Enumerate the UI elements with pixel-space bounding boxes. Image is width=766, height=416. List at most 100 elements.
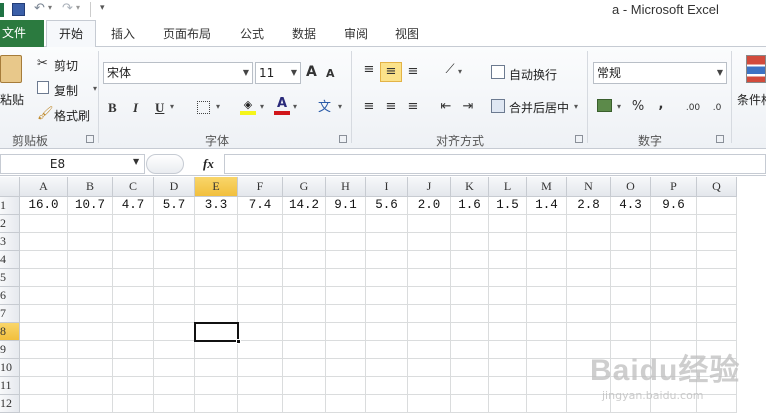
cell-P1[interactable]: 9.6 [651,197,697,215]
cell-Q4[interactable] [697,251,737,269]
cell-F7[interactable] [238,305,283,323]
cell-H12[interactable] [326,395,366,413]
copy-dropdown-icon[interactable]: ▾ [93,84,97,93]
name-box[interactable]: E8 [0,154,145,174]
cell-G7[interactable] [283,305,326,323]
cell-B6[interactable] [68,287,113,305]
cell-N4[interactable] [567,251,611,269]
percent-button[interactable]: % [631,99,645,115]
cell-Q8[interactable] [697,323,737,341]
orientation-dropdown-icon[interactable]: ▾ [458,67,462,76]
cell-O11[interactable] [611,377,651,395]
cell-P9[interactable] [651,341,697,359]
cell-E5[interactable] [195,269,238,287]
comma-button[interactable]: , [656,97,666,113]
cell-I1[interactable]: 5.6 [366,197,408,215]
cell-H10[interactable] [326,359,366,377]
cell-B9[interactable] [68,341,113,359]
cell-B10[interactable] [68,359,113,377]
currency-icon[interactable] [597,99,612,112]
align-center-icon[interactable]: ≡ [382,99,400,115]
cell-I5[interactable] [366,269,408,287]
row-header-1[interactable]: 1 [0,197,20,215]
cell-K1[interactable]: 1.6 [451,197,489,215]
cell-Q6[interactable] [697,287,737,305]
row-header-2[interactable]: 2 [0,215,20,233]
cell-I12[interactable] [366,395,408,413]
cell-A3[interactable] [20,233,68,251]
cell-D8[interactable] [154,323,195,341]
cell-E10[interactable] [195,359,238,377]
cell-N11[interactable] [567,377,611,395]
cell-L5[interactable] [489,269,527,287]
fill-color-dropdown-icon[interactable]: ▾ [260,102,264,111]
column-header-e[interactable]: E [195,177,238,197]
cell-K9[interactable] [451,341,489,359]
cell-N5[interactable] [567,269,611,287]
cell-B2[interactable] [68,215,113,233]
conditional-format-icon[interactable] [746,55,766,83]
clipboard-launcher-icon[interactable] [86,135,94,143]
cell-H6[interactable] [326,287,366,305]
cell-Q2[interactable] [697,215,737,233]
cell-C9[interactable] [113,341,154,359]
redo-dropdown-icon[interactable]: ▾ [76,3,80,12]
cell-K8[interactable] [451,323,489,341]
cell-M4[interactable] [527,251,567,269]
cell-P2[interactable] [651,215,697,233]
cell-H1[interactable]: 9.1 [326,197,366,215]
format-painter-icon[interactable]: 🖌 [37,106,54,122]
cell-C12[interactable] [113,395,154,413]
cell-D3[interactable] [154,233,195,251]
cell-I9[interactable] [366,341,408,359]
cell-D2[interactable] [154,215,195,233]
customize-qat-icon[interactable]: ▾ [100,3,105,13]
cell-C7[interactable] [113,305,154,323]
cell-L9[interactable] [489,341,527,359]
cell-J10[interactable] [408,359,451,377]
number-format-combo[interactable]: 常规 ▼ [593,62,727,84]
tab-data[interactable]: 数据 [292,25,316,42]
cut-icon[interactable]: ✂ [37,56,48,72]
cell-B7[interactable] [68,305,113,323]
merge-center-icon[interactable] [491,99,505,113]
format-painter-button[interactable]: 格式刷 [54,107,90,124]
decrease-indent-icon[interactable]: ⇤ [437,99,455,115]
column-header-q[interactable]: Q [697,177,737,197]
cell-O8[interactable] [611,323,651,341]
cell-O4[interactable] [611,251,651,269]
row-header-11[interactable]: 11 [0,377,20,395]
cell-P6[interactable] [651,287,697,305]
cell-E9[interactable] [195,341,238,359]
cell-O9[interactable] [611,341,651,359]
cell-P3[interactable] [651,233,697,251]
cell-F6[interactable] [238,287,283,305]
orientation-icon[interactable]: ⟋ [440,62,460,78]
bold-button[interactable]: B [108,100,117,116]
cell-L1[interactable]: 1.5 [489,197,527,215]
row-header-5[interactable]: 5 [0,269,20,287]
cell-J12[interactable] [408,395,451,413]
font-name-combo[interactable]: 宋体 ▼ [103,62,253,84]
cell-G8[interactable] [283,323,326,341]
increase-decimal-button[interactable]: .00 [684,100,702,116]
column-header-l[interactable]: L [489,177,527,197]
name-box-dropdown-icon[interactable]: ▼ [133,157,139,166]
cell-N8[interactable] [567,323,611,341]
cell-C4[interactable] [113,251,154,269]
cell-K4[interactable] [451,251,489,269]
cell-O10[interactable] [611,359,651,377]
cell-B3[interactable] [68,233,113,251]
cell-I2[interactable] [366,215,408,233]
cell-L6[interactable] [489,287,527,305]
cut-button[interactable]: 剪切 [54,57,78,74]
copy-button[interactable]: 复制 [54,82,78,99]
align-top-icon[interactable]: ≡ [360,62,378,78]
number-launcher-icon[interactable] [716,135,724,143]
worksheet-grid[interactable]: ABCDEFGHIJKLMNOPQ 1 2 3 4 5 6 7 8 9 10 11 12 16.0 10… [0,177,766,416]
cell-G12[interactable] [283,395,326,413]
cell-K5[interactable] [451,269,489,287]
italic-button[interactable]: I [133,100,138,116]
cell-Q11[interactable] [697,377,737,395]
cell-K7[interactable] [451,305,489,323]
